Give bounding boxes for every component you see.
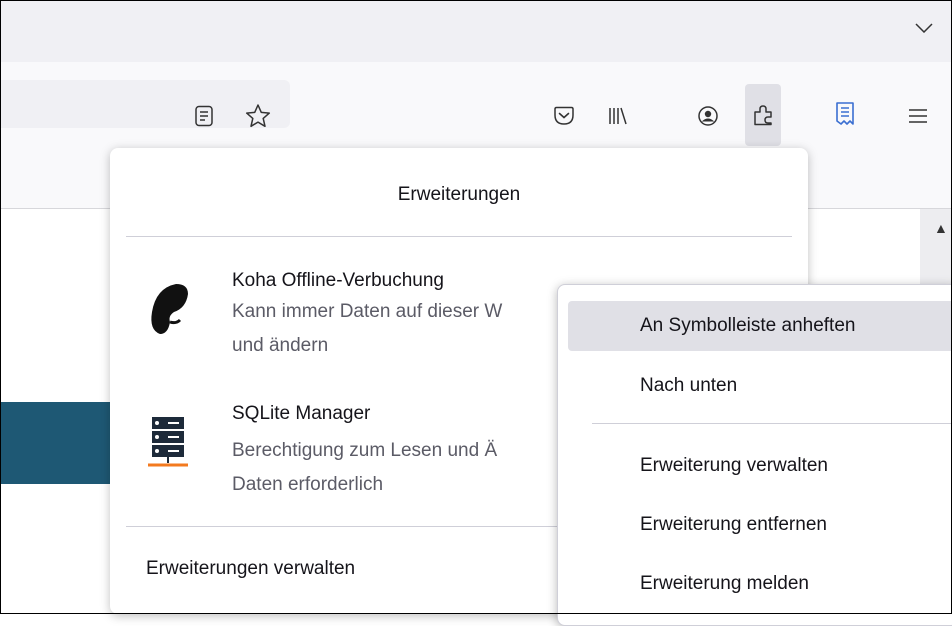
menu-icon [909,109,927,123]
extension-desc-line1: Kann immer Daten auf dieser W [232,301,503,322]
tab-bar [0,0,952,62]
account-button[interactable] [690,98,726,134]
extensions-icon [754,105,772,126]
app-menu-button[interactable] [900,98,936,134]
chevron-down-icon [915,23,933,33]
reader-view-icon [195,105,213,127]
koha-icon [146,282,190,338]
extension-item-sqlite[interactable]: SQLite Manager Berechtigung zum Lesen un… [126,401,566,511]
extension-desc-line2: Daten erforderlich [232,474,384,495]
sqlite-manager-icon [146,413,190,469]
pocket-icon [554,106,574,125]
menu-item-pin-to-toolbar[interactable]: An Symbolleiste anheften [568,301,952,351]
list-all-tabs-button[interactable] [912,18,936,38]
page-banner [0,402,112,484]
menu-item-report-extension[interactable]: Erweiterung melden [568,559,952,609]
panel-divider [126,236,792,237]
menu-item-manage-extension[interactable]: Erweiterung verwalten [568,441,952,491]
extension-desc-line1: Berechtigung zum Lesen und Ä [232,440,498,461]
library-icon [609,107,627,125]
bookmark-star-icon [245,104,271,128]
bookmark-extension-button[interactable] [827,96,863,132]
menu-separator [592,423,952,424]
extension-name: Koha Offline-Verbuchung [232,270,444,291]
extension-name: SQLite Manager [232,403,371,424]
library-button[interactable] [600,98,636,134]
reader-view-button[interactable] [186,98,222,134]
bookmark-page-button[interactable] [240,98,276,134]
panel-title: Erweiterungen [397,184,521,205]
scroll-up-icon[interactable]: ▲ [934,220,948,236]
extension-context-menu: An Symbolleiste anheften Nach unten Erwe… [557,284,952,626]
extension-item-koha[interactable]: Koha Offline-Verbuchung Kann immer Daten… [126,266,566,376]
extensions-button[interactable] [745,84,781,146]
extension-desc-line2: und ändern [232,335,329,356]
account-icon [698,106,718,126]
menu-item-remove-extension[interactable]: Erweiterung entfernen [568,500,952,550]
pocket-button[interactable] [546,98,582,134]
menu-item-move-down[interactable]: Nach unten [568,361,952,411]
manage-extensions-link[interactable]: Erweiterungen verwalten [146,558,355,580]
bookmark-extension-icon [836,102,854,125]
